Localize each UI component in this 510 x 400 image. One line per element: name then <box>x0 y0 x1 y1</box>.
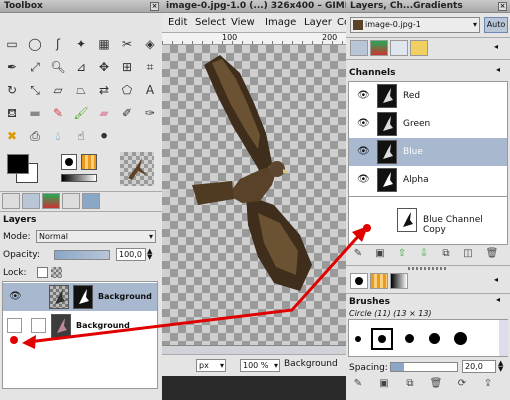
annotation-arrow <box>10 226 368 349</box>
arrow-line <box>27 230 364 344</box>
red-dot-marker <box>10 336 18 344</box>
arrowhead-left <box>22 335 36 349</box>
